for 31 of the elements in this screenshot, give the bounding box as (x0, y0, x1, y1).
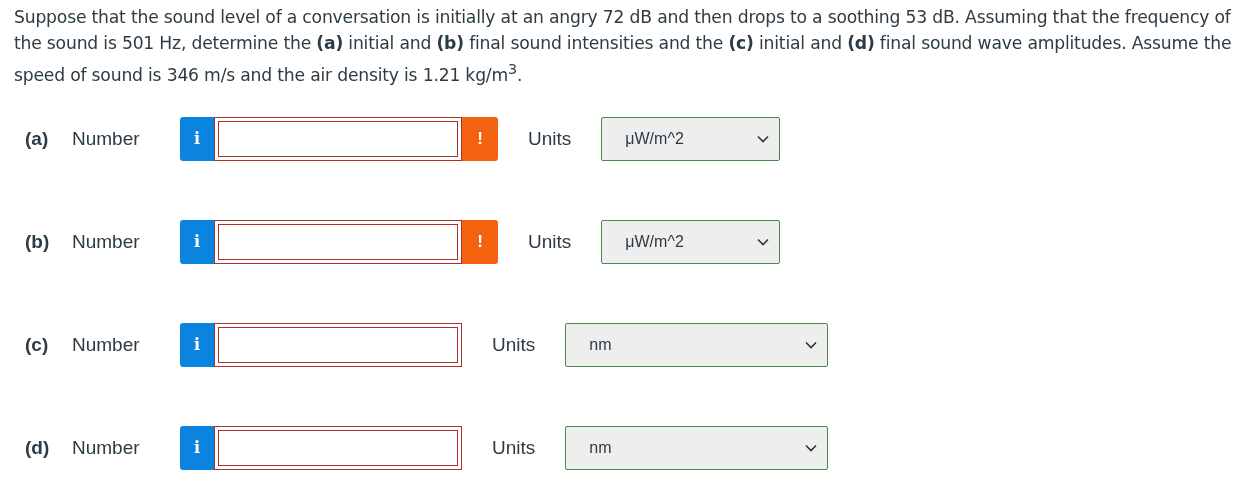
chevron-icon (805, 340, 818, 349)
units-dropdown[interactable]: nm (565, 322, 829, 367)
warning-button[interactable]: ! (462, 219, 498, 264)
chevron-icon (757, 237, 770, 246)
units-label: Units (528, 127, 572, 150)
question-text: Suppose that the sound level of a conversation is initially at an angry 72 dB and then drops to a soothing 53 dB. Assuming that the frequency of the sound is 501 Hz, determine the (a) initial and (b) final sound intensities and the (c) initial and (d) final sound wave amplitudes. Assume the speed of sound is 346 m/s and the air density is 1.21 kg/m$^{3}$. (14, 6, 1233, 87)
number-label: Number (72, 333, 141, 356)
number-label: Number (72, 230, 141, 253)
part-label: (c) (25, 333, 50, 356)
units-dropdown[interactable]: μW/m^2 (601, 116, 781, 161)
warning-button[interactable]: ! (462, 116, 498, 161)
number-label: Number (72, 436, 141, 459)
answer-field[interactable] (214, 219, 462, 264)
part-label: (a) (25, 127, 50, 150)
number-label: Number (72, 127, 141, 150)
info-button[interactable]: i (180, 116, 214, 161)
units-dropdown[interactable]: μW/m^2 (601, 219, 781, 264)
units-label: Units (492, 436, 536, 459)
answer-field[interactable] (214, 116, 462, 161)
part-label: (d) (25, 436, 51, 459)
answer-field[interactable] (214, 425, 462, 470)
chevron-icon (805, 443, 818, 452)
chevron-icon (757, 134, 770, 143)
units-label: Units (528, 230, 572, 253)
info-button[interactable]: i (180, 219, 214, 264)
units-label: Units (492, 333, 536, 356)
info-button[interactable]: i (180, 322, 214, 367)
part-label: (b) (25, 230, 51, 253)
units-dropdown[interactable]: nm (565, 425, 829, 470)
answer-field[interactable] (214, 322, 462, 367)
info-button[interactable]: i (180, 425, 214, 470)
